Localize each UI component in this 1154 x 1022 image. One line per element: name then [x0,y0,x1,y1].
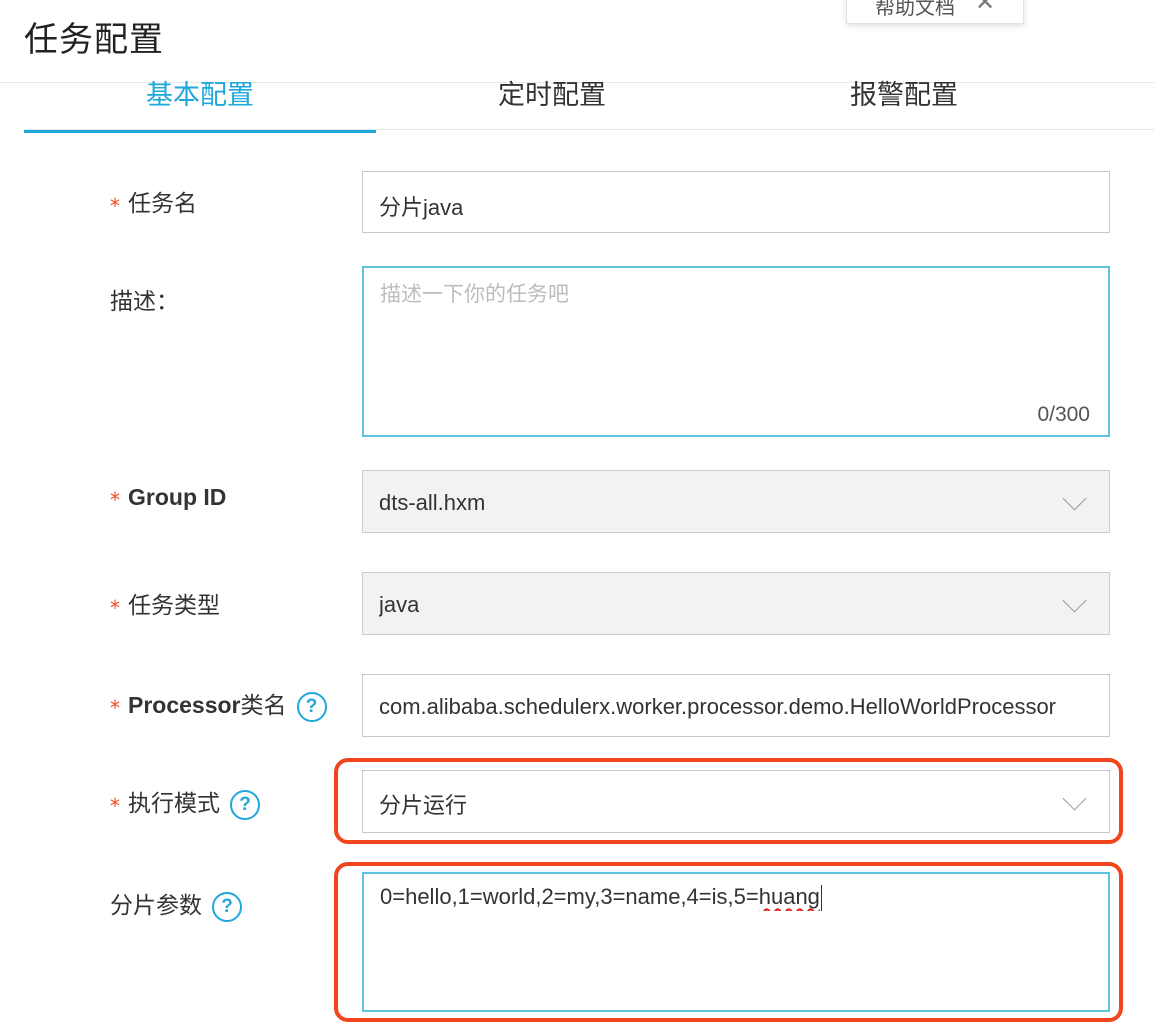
exec-mode-value: 分片运行 [379,794,468,819]
help-doc-popup[interactable]: 帮助文档 ✕ [846,0,1024,24]
question-circle-icon[interactable]: ? [296,691,327,722]
required-mark: * [110,596,120,620]
exec-mode-label: * 执行模式? [110,784,260,820]
task-name-input[interactable]: 分片java [362,171,1110,233]
tab-bar: 基本配置 定时配置 报警配置 [24,82,1154,133]
task-type-label: * 任务类型 [110,586,220,620]
shard-params-label-text: 分片参数 [110,893,202,919]
group-id-value: dts-all.hxm [379,490,486,515]
help-doc-label[interactable]: 帮助文档 [875,0,955,20]
description-textarea[interactable]: 描述一下你的任务吧 0/300 [362,266,1110,437]
exec-mode-label-text: 执行模式 [128,791,220,817]
required-mark: * [110,488,120,512]
processor-label: * Processor类名? [110,686,327,722]
processor-class-value: com.alibaba.schedulerx.worker.processor.… [379,694,1057,719]
task-type-select[interactable]: java [362,572,1110,635]
description-label: 描述： [110,289,179,315]
processor-class-input[interactable]: com.alibaba.schedulerx.worker.processor.… [362,674,1110,737]
page-title: 任务配置 [24,20,164,60]
required-mark: * [110,696,120,720]
description-char-counter: 0/300 [1037,403,1090,426]
task-type-label-text: 任务类型 [128,593,220,619]
chevron-down-icon [1062,588,1087,613]
tab-alarm-config[interactable]: 报警配置 [728,82,1080,130]
required-mark: * [110,194,120,218]
question-circle-icon[interactable]: ? [212,891,242,922]
close-icon[interactable]: ✕ [975,0,995,16]
shard-params-textarea[interactable]: 0=hello,1=world,2=my,3=name,4=is,5=huang [362,872,1110,1012]
group-id-select[interactable]: dts-all.hxm [362,470,1110,533]
tab-schedule-config[interactable]: 定时配置 [376,82,728,130]
shard-params-label: 分片参数? [110,886,242,922]
shard-params-text: 0=hello,1=world,2=my,3=name,4=is,5= [380,884,759,909]
tabs-divider [24,129,1154,130]
processor-label-cn: 类名 [240,693,287,719]
task-type-value: java [379,592,420,617]
task-name-label-text: 任务名 [128,191,197,217]
description-placeholder: 描述一下你的任务吧 [380,282,569,306]
task-name-label: * 任务名 [110,184,197,218]
exec-mode-select[interactable]: 分片运行 [362,770,1110,833]
processor-label-latin: Processor [128,692,241,718]
spellcheck-flagged-word: huang [758,884,820,909]
text-caret [820,885,823,912]
tab-basic-config[interactable]: 基本配置 [24,82,376,130]
group-id-label-text: Group ID [128,484,227,510]
required-mark: * [110,794,120,818]
shard-params-value: 0=hello,1=world,2=my,3=name,4=is,5=huang [380,884,823,912]
group-id-label: * Group ID [110,484,227,512]
question-circle-icon[interactable]: ? [230,789,260,820]
task-name-value: 分片java [379,195,464,220]
chevron-down-icon [1062,786,1087,811]
chevron-down-icon [1062,486,1087,511]
active-tab-indicator [24,130,376,133]
